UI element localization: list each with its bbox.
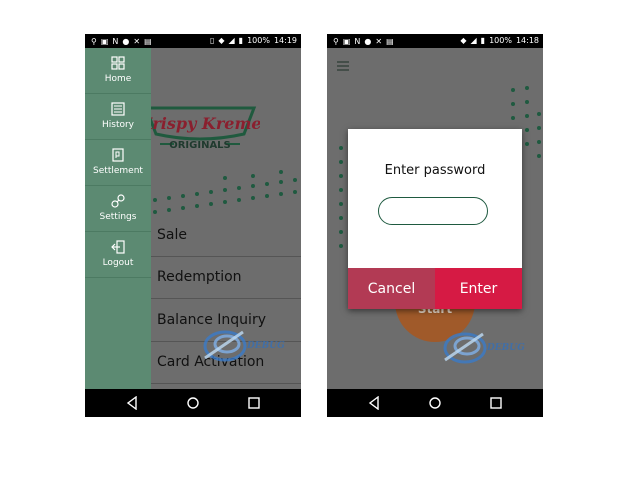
vibrate-icon: ▯ xyxy=(209,36,215,45)
battery-percent: 100% xyxy=(489,36,512,45)
cancel-button[interactable]: Cancel xyxy=(348,268,435,309)
brand-name: Krispy Kreme xyxy=(140,114,260,133)
recent-apps-icon[interactable] xyxy=(489,396,503,410)
drawer-item-label: Settlement xyxy=(93,166,143,176)
brand-logo: Krispy Kreme ORIGINALS xyxy=(140,106,260,151)
drawer-item-settings[interactable]: Settings xyxy=(85,186,151,232)
navigation-drawer: Home History Settlement Settings Logout xyxy=(85,48,151,389)
link-icon xyxy=(111,194,125,208)
wifi-icon: ◆ xyxy=(218,36,225,45)
hamburger-menu-icon[interactable] xyxy=(337,61,349,71)
n-icon: N xyxy=(112,37,119,46)
drawer-item-label: Home xyxy=(104,74,132,84)
password-input[interactable] xyxy=(378,197,488,225)
menu-item-label: Redemption xyxy=(157,269,242,285)
grid-icon xyxy=(111,56,125,70)
drawer-item-settlement[interactable]: Settlement xyxy=(85,140,151,186)
dialog-buttons: Cancel Enter xyxy=(348,268,522,309)
drawer-item-label: History xyxy=(101,120,135,130)
cast-icon: ▤ xyxy=(144,37,152,46)
debug-watermark: DEBUG xyxy=(203,330,285,362)
system-nav-bar xyxy=(85,389,301,417)
home-circle-icon[interactable] xyxy=(428,396,442,410)
recent-apps-icon[interactable] xyxy=(247,396,261,410)
logout-icon xyxy=(111,240,125,254)
battery-icon: ▮ xyxy=(480,36,486,45)
drawer-item-history[interactable]: History xyxy=(85,94,151,140)
password-dialog: Enter password Cancel Enter xyxy=(348,129,522,309)
clock-time: 14:19 xyxy=(273,36,297,45)
document-icon xyxy=(112,148,124,162)
status-bar: ⚲ ▣ N ● ✕ ▤ ▯ ◆ ◢ ▮ 100% 14:19 xyxy=(85,34,301,48)
circle-icon: ● xyxy=(122,37,130,46)
image-icon: ▣ xyxy=(342,37,351,46)
notification-icon: ⚲ xyxy=(91,37,97,46)
drawer-item-home[interactable]: Home xyxy=(85,48,151,94)
dots-decoration xyxy=(339,146,343,248)
home-circle-icon[interactable] xyxy=(186,396,200,410)
back-icon[interactable] xyxy=(125,396,139,410)
clock-time: 14:18 xyxy=(515,36,539,45)
drawer-item-label: Settings xyxy=(99,212,137,222)
battery-icon: ▮ xyxy=(238,36,244,45)
phone-right-screen: ⚲ ▣ N ● ✕ ▤ ◆ ◢ ▮ 100% 14:18 Start DEBUG… xyxy=(327,34,543,417)
circle-icon: ● xyxy=(364,37,372,46)
menu-item-sale[interactable]: Sale xyxy=(151,214,301,257)
battery-percent: 100% xyxy=(247,36,270,45)
drawer-item-logout[interactable]: Logout xyxy=(85,232,151,278)
watermark-text: DEBUG xyxy=(486,343,525,353)
brand-subtitle: ORIGINALS xyxy=(169,140,231,151)
menu-item-label: Sale xyxy=(157,227,187,243)
status-bar: ⚲ ▣ N ● ✕ ▤ ◆ ◢ ▮ 100% 14:18 xyxy=(327,34,543,48)
signal-icon: ◢ xyxy=(470,36,477,45)
enter-button[interactable]: Enter xyxy=(435,268,522,309)
back-icon[interactable] xyxy=(367,396,381,410)
system-nav-bar xyxy=(327,389,543,417)
n-icon: N xyxy=(354,37,361,46)
x-icon: ✕ xyxy=(133,37,141,46)
cast-icon: ▤ xyxy=(386,37,394,46)
list-icon xyxy=(111,102,125,116)
debug-watermark: DEBUG xyxy=(443,332,525,364)
image-icon: ▣ xyxy=(100,37,109,46)
signal-icon: ◢ xyxy=(228,36,235,45)
dots-decoration xyxy=(153,170,297,214)
phone-left-screen: ⚲ ▣ N ● ✕ ▤ ▯ ◆ ◢ ▮ 100% 14:19 Krispy Kr… xyxy=(85,34,301,417)
menu-item-redemption[interactable]: Redemption xyxy=(151,256,301,299)
notification-icon: ⚲ xyxy=(333,37,339,46)
wifi-icon: ◆ xyxy=(460,36,467,45)
dialog-title: Enter password xyxy=(384,163,486,178)
x-icon: ✕ xyxy=(375,37,383,46)
drawer-item-label: Logout xyxy=(102,258,134,268)
watermark-text: DEBUG xyxy=(246,341,285,351)
